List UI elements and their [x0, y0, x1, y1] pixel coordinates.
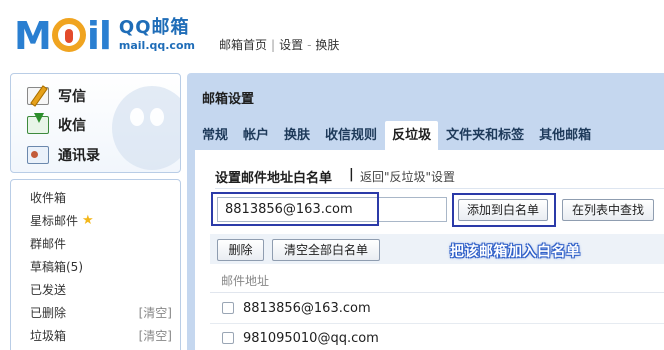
table-row: 8813856@163.com — [210, 294, 664, 324]
link-skin[interactable]: 换肤 — [315, 38, 339, 52]
pencil-icon — [27, 87, 49, 105]
empty-deleted-link[interactable]: [清空] — [139, 304, 172, 321]
contacts-button[interactable]: 通讯录 — [27, 145, 100, 165]
section-divider: | — [349, 167, 354, 182]
folder-junk[interactable]: 垃圾箱 — [30, 327, 66, 344]
qq-penguin-watermark-icon — [112, 86, 180, 170]
table-row: 981095010@qq.com — [210, 324, 664, 350]
compose-label: 写信 — [58, 89, 86, 105]
link-settings[interactable]: 设置 — [279, 38, 303, 52]
row-email-address: 8813856@163.com — [243, 301, 371, 316]
folder-starred[interactable]: 星标邮件 ★ — [30, 212, 94, 229]
folder-label: 草稿箱(5) — [30, 260, 83, 274]
tab-anti-spam[interactable]: 反垃圾 — [385, 121, 439, 150]
tab-folders-labels[interactable]: 文件夹和标签 — [439, 121, 531, 150]
row-email-address: 981095010@qq.com — [243, 331, 379, 346]
logo-o-icon — [51, 18, 86, 52]
annotation-callout: 把该邮箱加入白名单 — [450, 244, 581, 260]
folder-label: 群邮件 — [30, 237, 67, 251]
empty-junk-link[interactable]: [清空] — [139, 327, 172, 344]
logo-letters-il: il — [86, 14, 112, 58]
contacts-card-icon — [27, 146, 49, 164]
column-header-email: 邮件地址 — [221, 274, 270, 288]
folder-label: 收件箱 — [30, 191, 67, 205]
clear-whitelist-button[interactable]: 清空全部白名单 — [272, 239, 380, 261]
folder-deleted[interactable]: 已删除 — [30, 304, 66, 321]
settings-panel: 邮箱设置 常规 帐户 换肤 收信规则 反垃圾 文件夹和标签 其他邮箱 设置邮件地… — [187, 73, 664, 350]
tab-account[interactable]: 帐户 — [236, 121, 276, 150]
row-checkbox[interactable] — [222, 332, 234, 344]
logo-letter-m: M — [14, 14, 52, 58]
compose-button[interactable]: 写信 — [27, 86, 86, 106]
whitelist-email-input[interactable] — [217, 197, 447, 222]
section-divider-line — [215, 188, 664, 189]
contacts-label: 通讯录 — [58, 148, 100, 164]
inbox-download-icon — [27, 113, 49, 134]
delete-button[interactable]: 删除 — [217, 239, 264, 261]
whitelist-content: 设置邮件地址白名单 | 返回"反垃圾"设置 添加到白名单 在列表中查找 删除 清… — [195, 150, 664, 350]
tab-general[interactable]: 常规 — [195, 121, 235, 150]
link-mail-home[interactable]: 邮箱首页 — [219, 38, 267, 52]
folder-drafts[interactable]: 草稿箱(5) — [30, 258, 83, 275]
link-separator: | — [271, 38, 276, 52]
settings-tabs: 常规 帐户 换肤 收信规则 反垃圾 文件夹和标签 其他邮箱 — [195, 121, 599, 150]
header: M il QQ邮箱 mail.qq.com 邮箱首页 | 设置 - 换肤 — [0, 0, 664, 70]
back-to-anti-spam-link[interactable]: 返回"反垃圾"设置 — [360, 168, 455, 185]
logo-url: mail.qq.com — [118, 38, 195, 52]
folder-group-mail[interactable]: 群邮件 — [30, 235, 66, 252]
tab-mail-rules[interactable]: 收信规则 — [318, 121, 384, 150]
section-title: 设置邮件地址白名单 — [215, 171, 333, 186]
top-links: 邮箱首页 | 设置 - 换肤 — [219, 36, 339, 53]
row-checkbox[interactable] — [222, 302, 234, 314]
add-to-whitelist-button[interactable]: 添加到白名单 — [458, 199, 548, 221]
qq-mail-logo[interactable]: M il QQ邮箱 mail.qq.com — [14, 12, 195, 56]
folder-sent[interactable]: 已发送 — [30, 281, 66, 298]
page-title: 邮箱设置 — [202, 92, 255, 107]
logo-brand: QQ邮箱 — [118, 16, 190, 38]
folder-label: 已删除 — [30, 306, 67, 320]
logo-text: QQ邮箱 mail.qq.com — [119, 12, 195, 56]
folder-label: 垃圾箱 — [30, 329, 67, 343]
star-icon: ★ — [82, 213, 94, 228]
tab-other-mailboxes[interactable]: 其他邮箱 — [532, 121, 598, 150]
receive-button[interactable]: 收信 — [27, 113, 86, 135]
tab-skin[interactable]: 换肤 — [277, 121, 317, 150]
column-header: 邮件地址 — [210, 265, 664, 293]
link-dash: - — [307, 38, 312, 52]
folder-list: 收件箱 星标邮件 ★ 群邮件 草稿箱(5) 已发送 已删除 [清空] 垃圾箱 [清… — [10, 179, 181, 350]
receive-label: 收信 — [58, 118, 86, 134]
sidebar-actions-panel: 写信 收信 通讯录 — [10, 73, 181, 173]
folder-inbox[interactable]: 收件箱 — [30, 189, 66, 206]
folder-label: 星标邮件 — [30, 214, 79, 228]
find-in-list-button[interactable]: 在列表中查找 — [562, 199, 654, 221]
folder-label: 已发送 — [30, 283, 67, 297]
logo-wordmark: M il — [14, 14, 112, 58]
